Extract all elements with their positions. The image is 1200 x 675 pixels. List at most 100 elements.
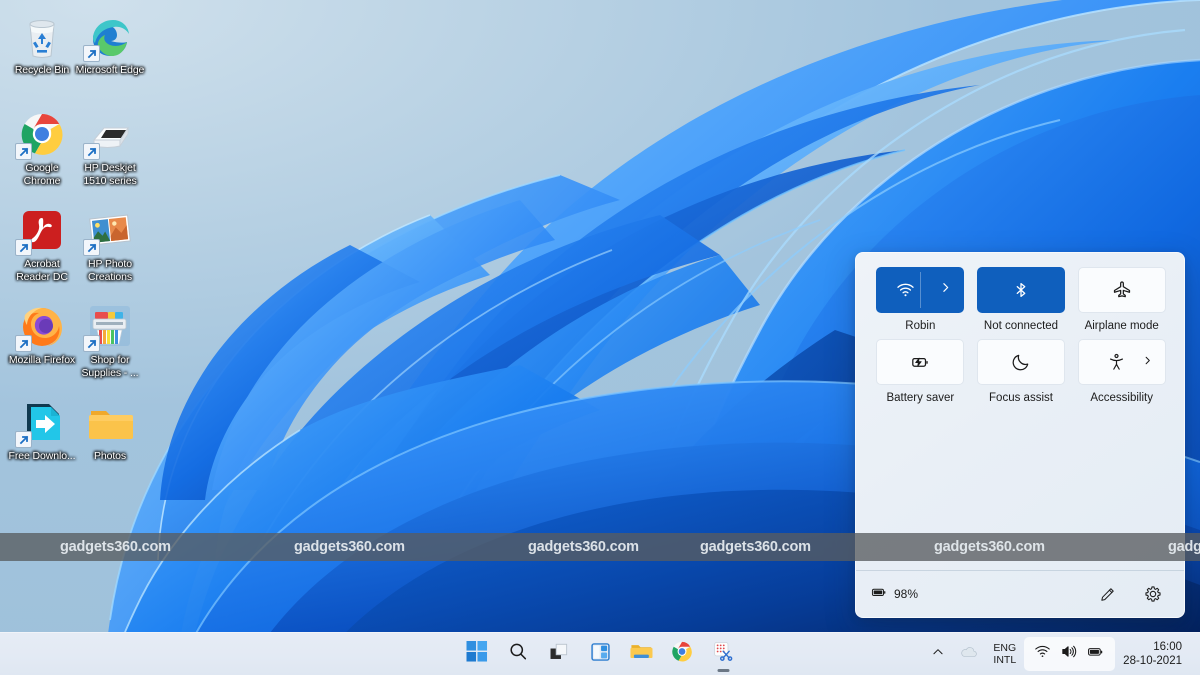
quick-settings-tile-grid: Robin Not connected Airplane mode Batter…: [856, 267, 1184, 405]
airplane-tile-button[interactable]: [1077, 267, 1166, 313]
shortcut-arrow-icon: [83, 45, 100, 62]
free-download-manager-icon: [15, 398, 66, 448]
desktop-icon-label: Mozilla Firefox: [8, 354, 76, 366]
shortcut-arrow-icon: [15, 239, 32, 256]
desktop-icon-hp-photo-creations[interactable]: HP Photo Creations: [74, 206, 146, 283]
task-view-button[interactable]: [539, 635, 580, 673]
watermark-text: gadgets360.com: [528, 539, 639, 555]
widgets-button[interactable]: [580, 635, 621, 673]
quick-setting-battery-saver: Battery saver: [870, 339, 971, 405]
desktop-icon-label: Microsoft Edge: [75, 64, 145, 76]
quick-setting-focus-assist: Focus assist: [971, 339, 1072, 405]
bluetooth-tile-button[interactable]: [976, 267, 1065, 313]
task-view-icon: [548, 641, 570, 668]
quick-setting-airplane-mode: Airplane mode: [1071, 267, 1172, 333]
desktop-icon-label: Free Downlo...: [8, 450, 76, 462]
chrome-button[interactable]: [662, 635, 703, 673]
desktop-icon-label: Shop for Supplies - ...: [81, 354, 139, 379]
quick-setting-bluetooth: Not connected: [971, 267, 1072, 333]
focus-assist-tile-button[interactable]: [976, 339, 1065, 385]
acrobat-reader-icon: [15, 206, 66, 256]
clock-time: 16:00: [1153, 641, 1182, 653]
shop-supplies-icon: [83, 302, 134, 352]
clock-date: 28-10-2021: [1123, 655, 1182, 667]
folder-icon: [86, 398, 134, 446]
quick-setting-label: Focus assist: [989, 392, 1053, 404]
battery-icon: [1086, 642, 1105, 666]
desktop-icon-photos-folder[interactable]: Photos: [74, 398, 146, 463]
quick-setting-wifi: Robin: [870, 267, 971, 333]
shortcut-arrow-icon: [83, 239, 100, 256]
desktop-icon-label: Recycle Bin: [14, 64, 70, 76]
shortcut-arrow-icon: [83, 335, 100, 352]
quick-setting-label: Accessibility: [1090, 392, 1153, 404]
desktop-icon-free-download-manager[interactable]: Free Downlo...: [6, 398, 78, 463]
quick-setting-accessibility: Accessibility: [1071, 339, 1172, 405]
desktop-icon-label: Google Chrome: [23, 162, 61, 187]
shortcut-arrow-icon: [15, 143, 32, 160]
hp-deskjet-icon: [83, 110, 134, 160]
quick-setting-label: Battery saver: [886, 392, 955, 404]
language-indicator-button[interactable]: ENG INTL: [985, 637, 1024, 671]
wifi-tile-button[interactable]: [876, 267, 965, 313]
google-chrome-icon: [671, 640, 694, 668]
quick-setting-label: Robin: [905, 320, 936, 332]
desktop-icon-label: HP Photo Creations: [87, 258, 133, 283]
desktop-icon-shop-for-supplies[interactable]: Shop for Supplies - ...: [74, 302, 146, 379]
desktop-icon-microsoft-edge[interactable]: Microsoft Edge: [74, 12, 146, 77]
battery-percent-label: 98%: [894, 587, 919, 601]
desktop-icon-hp-deskjet[interactable]: HP Deskjet 1510 series: [74, 110, 146, 187]
wifi-icon: [896, 281, 915, 300]
desktop-icon-label: HP Deskjet 1510 series: [83, 162, 137, 187]
pencil-icon[interactable]: [1094, 581, 1120, 607]
chevron-right-icon[interactable]: [1142, 353, 1153, 371]
taskbar-center-group: [457, 635, 744, 673]
moon-icon: [1011, 352, 1031, 372]
chevron-right-icon[interactable]: [939, 281, 952, 299]
desktop-icon-label: Acrobat Reader DC: [16, 258, 68, 283]
shortcut-arrow-icon: [15, 431, 32, 448]
windows-logo-icon: [466, 641, 488, 667]
start-button[interactable]: [457, 635, 498, 673]
clock-button[interactable]: 16:00 28-10-2021: [1115, 637, 1192, 671]
shortcut-arrow-icon: [83, 143, 100, 160]
desktop-icon-label: Photos: [93, 450, 127, 462]
watermark-text: gadgets360.com: [294, 539, 405, 555]
onedrive-icon: [959, 642, 978, 666]
quick-settings-tray-button[interactable]: [1024, 637, 1116, 671]
desktop-icon-acrobat-reader[interactable]: Acrobat Reader DC: [6, 206, 78, 283]
bluetooth-icon: [1012, 281, 1030, 299]
show-hidden-icons-button[interactable]: [924, 637, 952, 671]
watermark-text: gadgets360.com: [60, 539, 171, 555]
snipping-tool-icon: [712, 640, 735, 668]
file-explorer-button[interactable]: [621, 635, 662, 673]
quick-setting-label: Not connected: [983, 320, 1059, 332]
battery-icon: [870, 583, 888, 606]
recycle-bin-icon: [18, 12, 66, 60]
search-button[interactable]: [498, 635, 539, 673]
wifi-tile-divider: [920, 272, 922, 308]
desktop-icon-grid: Recycle Bin Microsoft Edge Google Chrome…: [0, 0, 150, 540]
watermark-text: gadgets360.com: [700, 539, 811, 555]
volume-icon: [1060, 643, 1077, 665]
desktop-icon-recycle-bin[interactable]: Recycle Bin: [6, 12, 78, 77]
accessibility-tile-button[interactable]: [1077, 339, 1166, 385]
watermark-text: gadgets360.com: [934, 539, 1045, 555]
battery-saver-tile-button[interactable]: [876, 339, 965, 385]
windows-desktop-screen: Recycle Bin Microsoft Edge Google Chrome…: [0, 0, 1200, 675]
folder-icon: [630, 640, 653, 668]
onedrive-button[interactable]: [952, 637, 985, 671]
system-tray: ENG INTL 16:00 28-10-2021: [924, 637, 1192, 671]
gear-icon[interactable]: [1140, 581, 1166, 607]
wifi-icon: [1034, 643, 1051, 665]
quick-settings-panel[interactable]: Robin Not connected Airplane mode Batter…: [855, 252, 1185, 618]
taskbar: ENG INTL 16:00 28-10-2021: [0, 632, 1200, 675]
desktop-icon-google-chrome[interactable]: Google Chrome: [6, 110, 78, 187]
desktop-icon-mozilla-firefox[interactable]: Mozilla Firefox: [6, 302, 78, 367]
language-line-1: ENG: [993, 642, 1017, 654]
airplane-icon: [1112, 280, 1132, 300]
snipping-tool-button[interactable]: [703, 635, 744, 673]
battery-saver-icon: [909, 351, 931, 373]
watermark-band: gadgets360.com gadgets360.com gadgets360…: [0, 533, 1200, 561]
active-app-indicator: [717, 669, 729, 672]
